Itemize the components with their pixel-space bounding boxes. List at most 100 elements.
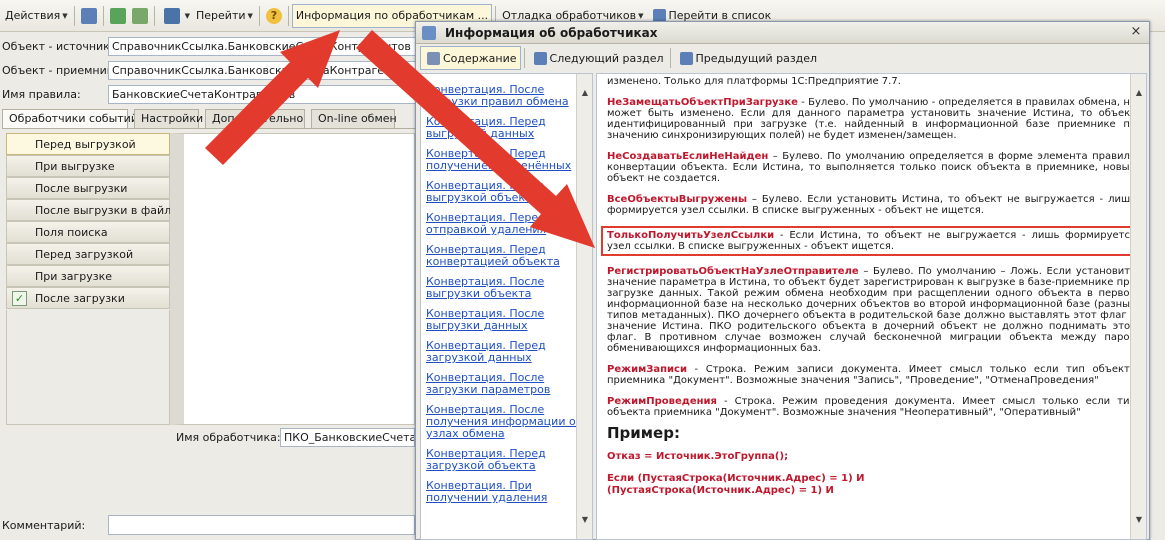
rule-name-field[interactable]: БанковскиеСчетаКонтрагентов [108,85,428,104]
contents-scrollbar[interactable]: ▲ ▼ [576,74,592,539]
chevron-down-icon: ▼ [247,11,253,20]
toc-link[interactable]: Конвертация. Перед получением изменённых [426,148,587,172]
highlighted-paragraph: ТолькоПолучитьУзелСсылки - Если Истина, … [601,226,1142,256]
toc-link[interactable]: Конвертация. После загрузки правил обмен… [426,84,587,108]
source-field[interactable]: СправочникСсылка.БанковскиеСчетаКонтраге… [108,37,428,56]
toc-link[interactable]: Конвертация. Перед конвертацией объекта [426,244,587,268]
event-label: При выгрузке [35,159,115,173]
event-label: Поля поиска [35,225,108,239]
prev-section-label: Предыдущий раздел [695,51,818,65]
toc-link[interactable]: Конвертация. Перед отправкой удаления [426,212,587,236]
event-label: После выгрузки в файл [35,203,172,217]
event-label: После загрузки [35,291,125,305]
actions-menu[interactable]: Действия ▼ [2,4,71,28]
toc-link[interactable]: Конвертация. Перед загрузкой данных [426,340,587,364]
toolbar-separator [523,48,525,68]
doc-paragraph: РежимЗаписи - Строка. Режим записи докум… [607,364,1136,386]
toolbar-separator [73,5,75,26]
event-on-import[interactable]: При загрузке [6,265,170,287]
next-section-label: Следующий раздел [549,51,664,65]
target-label: Объект - приемник: [2,64,118,77]
window-icon [422,25,436,40]
comment-label: Комментарий: [2,519,86,532]
event-list-empty-area [6,310,170,425]
toc-link[interactable]: Конвертация. Перед выгрузкой данных [426,116,587,140]
handler-code-editor[interactable] [170,133,415,425]
doc-keyword: НеЗамещатьОбъектПриЗагрузке [607,97,798,108]
scroll-down-icon[interactable]: ▼ [1132,513,1146,527]
goto-label: Перейти [196,9,246,22]
toolbar-separator [258,5,260,26]
doc-paragraph: РежимПроведения - Строка. Режим проведен… [607,396,1136,418]
toc-link[interactable]: Конвертация. После выгрузки объекта [426,276,587,300]
toc-list: Конвертация. После загрузки правил обмен… [421,84,592,504]
handler-name-field[interactable]: ПКО_БанковскиеСчетаКонтрагентов_ПослеЗаг… [280,428,415,447]
contents-label: Содержание [443,51,517,65]
doc-paragraph: РегистрироватьОбъектНаУзлеОтправителе – … [607,266,1136,354]
refresh-icon[interactable] [109,7,126,24]
event-search-fields[interactable]: Поля поиска [6,221,170,243]
content-scrollbar[interactable]: ▲ ▼ [1130,74,1146,539]
next-section-button[interactable]: Следующий раздел [528,46,667,70]
toc-link[interactable]: Конвертация. Перед загрузкой объекта [426,448,587,472]
doc-paragraph: изменено. Только для платформы 1С:Предпр… [607,76,1136,87]
toolbar-separator [153,5,155,26]
info-window-title: Информация об обработчиках [445,25,658,40]
event-before-import[interactable]: Перед загрузкой [6,243,170,265]
chevron-down-icon: ▼ [638,11,644,20]
event-after-export[interactable]: После выгрузки [6,177,170,199]
contents-button[interactable]: Содержание [420,46,521,70]
event-label: При загрузке [35,269,113,283]
example-heading: Пример: [607,424,680,442]
add-icon[interactable] [131,7,148,24]
doc-paragraph: НеЗамещатьОбъектПриЗагрузке - Булево. По… [607,97,1136,141]
info-window-titlebar: Информация об обработчиках × [416,22,1149,44]
help-icon[interactable]: ? [265,7,282,24]
doc-text: - Строка. Режим записи документа. Имеет … [607,364,1136,386]
contents-icon [427,51,440,65]
toc-link[interactable]: Конвертация. После загрузки параметров [426,372,587,396]
info-window-toolbar: Содержание Следующий раздел Предыдущий р… [416,45,1149,71]
info-window: Информация об обработчиках × Содержание … [415,21,1150,540]
scroll-up-icon[interactable]: ▲ [578,86,592,100]
code-line: Отказ = Источник.ЭтоГруппа(); [607,451,789,462]
close-icon[interactable]: × [1129,25,1143,39]
toc-link[interactable]: Конвертация. После выгрузкой объекта [426,180,587,204]
tab-additional[interactable]: Дополнительно [205,109,305,129]
prev-section-button[interactable]: Предыдущий раздел [674,46,821,70]
contents-pane: Конвертация. После загрузки правил обмен… [420,73,593,540]
event-label: После выгрузки [35,181,128,195]
doc-keyword: РежимЗаписи [607,364,687,375]
event-after-export-to-file[interactable]: После выгрузки в файл [6,199,172,221]
next-section-icon [533,51,547,65]
comment-field[interactable] [108,515,415,535]
tab-online-exchange[interactable]: On-line обмен [311,109,397,129]
goto-menu[interactable]: ▼ Перейти ▼ [158,4,256,28]
doc-keyword: ВсеОбъектыВыгружены [607,194,747,205]
check-icon: ✓ [12,291,27,306]
target-field[interactable]: СправочникСсылка.БанковскиеСчетаКонтраге… [108,61,428,80]
help-document: изменено. Только для платформы 1С:Предпр… [597,76,1146,497]
event-on-export[interactable]: При выгрузке [6,155,170,177]
doc-paragraph: НеСоздаватьЕслиНеНайден – Булево. По умо… [607,151,1136,184]
code-line: (ПустаяСтрока(Источник.Адрес) = 1) И [607,485,834,496]
scroll-down-icon[interactable]: ▼ [578,513,592,527]
tab-settings[interactable]: Настройки [134,109,203,129]
doc-keyword: ТолькоПолучитьУзелСсылки [607,230,775,241]
scroll-up-icon[interactable]: ▲ [1132,86,1146,100]
form-tabs: Обработчики событий Настройки Дополнител… [2,109,401,129]
chevron-down-icon: ▼ [62,11,68,20]
code-line: Если (ПустаяСтрока(Источник.Адрес) = 1) … [607,473,865,484]
doc-text: – Булево. По умолчанию – Ложь. Если уста… [607,266,1136,354]
toc-link[interactable]: Конвертация. При получении удаления [426,480,587,504]
source-label: Объект - источник: [2,40,114,53]
goto-icon [163,7,180,24]
edit-icon[interactable] [80,7,97,24]
event-before-export[interactable]: Перед выгрузкой [6,133,170,155]
prev-section-icon [679,51,693,65]
toc-link[interactable]: Конвертация. После получения информации … [426,404,587,440]
toc-link[interactable]: Конвертация. После выгрузки данных [426,308,587,332]
event-after-import[interactable]: ✓ После загрузки [6,287,170,309]
doc-keyword: РежимПроведения [607,396,717,407]
tab-event-handlers[interactable]: Обработчики событий [2,109,138,129]
